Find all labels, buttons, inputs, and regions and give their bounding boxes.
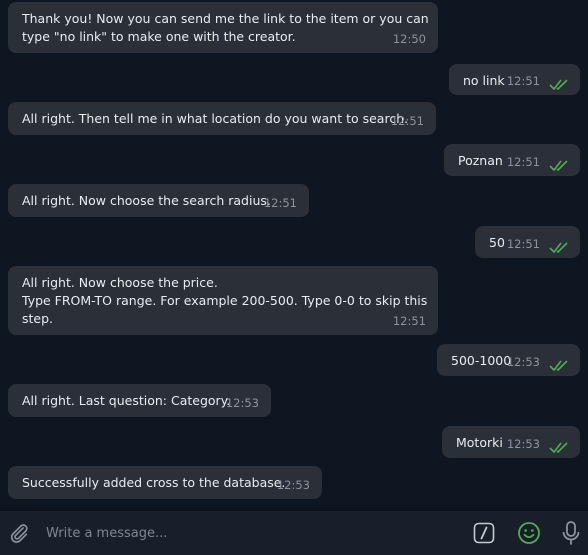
incoming-message: All right. Now choose the search radius.… [8, 184, 309, 217]
outgoing-message: no link 12:51 [449, 64, 580, 95]
message-text: All right. Then tell me in what location… [22, 111, 409, 126]
incoming-message: Successfully added cross to the database… [8, 466, 322, 499]
bot-command-icon[interactable] [473, 522, 495, 544]
message-text: Poznan [458, 153, 503, 168]
message-time: 12:51 [390, 114, 424, 128]
incoming-message: All right. Now choose the price. Type FR… [8, 266, 438, 335]
incoming-message: Thank you! Now you can send me the link … [8, 2, 438, 53]
double-check-icon [549, 160, 568, 172]
message-text: All right. Now choose the price. Type FR… [22, 275, 428, 326]
message-time: 12:50 [392, 32, 426, 46]
message-text: Thank you! Now you can send me the link … [22, 11, 429, 44]
outgoing-message: 500-1000 12:53 [437, 344, 580, 376]
outgoing-message: Motorki 12:53 [442, 426, 580, 458]
incoming-message: All right. Then tell me in what location… [8, 102, 436, 135]
message-time: 12:53 [276, 478, 310, 492]
message-text: 50 [489, 235, 505, 250]
message-composer [0, 510, 588, 555]
message-text: All right. Now choose the search radius. [22, 193, 271, 208]
double-check-icon [549, 79, 568, 91]
emoji-icon[interactable] [517, 521, 541, 545]
message-time: 12:53 [506, 437, 540, 451]
message-text: Successfully added cross to the database… [22, 475, 286, 490]
message-input[interactable] [40, 515, 460, 551]
message-time: 12:51 [506, 74, 540, 88]
message-text: All right. Last question: Category. [22, 393, 231, 408]
incoming-message: All right. Last question: Category. 12:5… [8, 384, 271, 417]
message-time: 12:53 [506, 355, 540, 369]
microphone-icon[interactable] [561, 520, 581, 546]
message-text: no link [463, 73, 505, 88]
message-time: 12:51 [392, 314, 426, 328]
double-check-icon [549, 242, 568, 254]
outgoing-message: Poznan 12:51 [444, 144, 580, 176]
message-time: 12:51 [263, 196, 297, 210]
double-check-icon [549, 360, 568, 372]
message-text: 500-1000 [451, 353, 512, 368]
message-text: Motorki [456, 435, 503, 450]
message-time: 12:53 [225, 396, 259, 410]
paperclip-icon[interactable] [8, 522, 30, 544]
message-list[interactable]: Thank you! Now you can send me the link … [0, 0, 588, 510]
message-time: 12:51 [506, 237, 540, 251]
message-time: 12:51 [506, 155, 540, 169]
double-check-icon [549, 442, 568, 454]
outgoing-message: 50 12:51 [475, 226, 580, 258]
